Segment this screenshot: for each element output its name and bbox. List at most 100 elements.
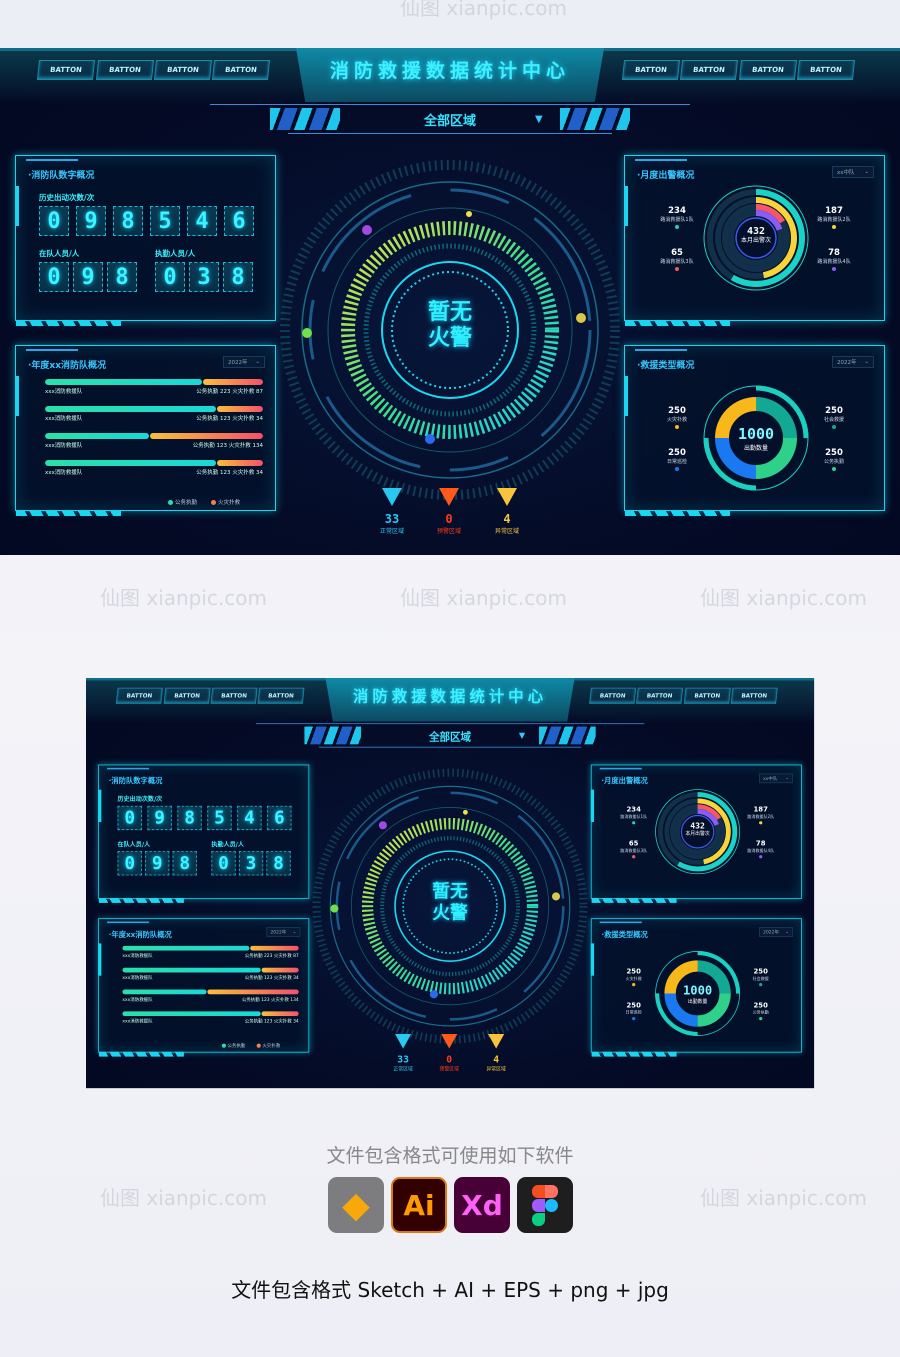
triangle-marker-icon	[382, 488, 402, 506]
team-bar-row: xxx消防救援队 公务执勤 123 火灾扑救 34	[122, 967, 299, 981]
digit: 9	[147, 805, 172, 831]
panel-title: ·月度出警概况	[601, 777, 648, 786]
digit: 4	[187, 206, 217, 236]
chevron-down-icon: ⌄	[864, 169, 869, 175]
duty-bar-segment	[45, 379, 202, 385]
year-select[interactable]: 2022年 ⌄	[832, 356, 874, 368]
team-bar-row: xxx消防救援队 公务执勤 123 火灾扑救 34	[45, 460, 263, 476]
team-name: xxx消防救援队	[45, 470, 83, 476]
stacked-bar	[122, 967, 299, 973]
nav-button[interactable]: BATTON	[636, 687, 684, 704]
nav-button[interactable]: BATTON	[257, 687, 305, 704]
indicator-label: 预警区域	[439, 1066, 459, 1072]
nav-button[interactable]: BATTON	[796, 60, 856, 80]
nav-button[interactable]: BATTON	[621, 60, 681, 80]
nav-button[interactable]: BATTON	[210, 687, 258, 704]
nav-button[interactable]: BATTON	[163, 687, 211, 704]
rescue-total-label: 出勤数量	[687, 999, 708, 1005]
nav-button[interactable]: BATTON	[36, 60, 96, 80]
team-name: xxx消防救援队	[122, 975, 153, 981]
indicator-value: 0	[446, 1053, 453, 1065]
indicator-label: 正常区域	[379, 528, 404, 535]
panel-title: ·年度xx消防队概况	[28, 361, 107, 371]
watermark: 仙图 xianpic.com	[400, 0, 568, 20]
digit: 8	[107, 262, 137, 292]
nav-button[interactable]: BATTON	[153, 60, 213, 80]
rescue-type-panel: ·救援类型概况 2022年 ⌄ 1000 出勤数量 250 火灾扑救 250 社会救援 …	[590, 918, 802, 1057]
stripe-decoration	[625, 320, 730, 326]
bar-values: 公务执勤 223 火灾扑救 87	[244, 953, 299, 959]
fire-status-text: 暂无 火警	[410, 882, 491, 924]
rescue-total-value: 1000	[682, 982, 713, 998]
team-select[interactable]: xx中队 ⌄	[832, 166, 874, 178]
digit: 0	[117, 805, 142, 831]
nav-button[interactable]: BATTON	[115, 687, 163, 704]
accent-bar	[26, 159, 78, 161]
legend-dot	[221, 1043, 226, 1048]
digit: 0	[39, 206, 69, 236]
sketch-icon: ◆	[328, 1177, 384, 1233]
team-select[interactable]: xx中队 ⌄	[759, 773, 794, 784]
history-label: 历史出动次数/次	[117, 795, 163, 803]
digit: 8	[223, 262, 253, 292]
legend: 公务执勤 火灾扑救	[167, 498, 240, 506]
team-stat: 78 路消救援队4队	[736, 840, 785, 859]
chevron-down-icon: ⌄	[785, 775, 790, 781]
orbit-dot	[302, 328, 312, 338]
accent-bar	[635, 159, 687, 161]
monthly-dispatch-panel: ·月度出警概况 xx中队 ⌄ 432 本月出警次 234 路消救援队1队 187 路消救…	[590, 764, 802, 903]
fire-bar-segment	[216, 406, 263, 412]
indicator-value: 4	[503, 512, 511, 526]
rescue-total-label: 出勤数量	[743, 445, 768, 452]
panel-title: ·年度xx消防队概况	[108, 931, 172, 940]
bar-values: 公务执勤 123 火灾扑救 34	[244, 1019, 299, 1025]
year-select[interactable]: 2022年 ⌄	[759, 927, 794, 937]
nav-button[interactable]: BATTON	[683, 687, 731, 704]
team-digits-panel: ·消防队数字概况 历史出动次数/次 0 9 8 5 4 6 在队人员/人 0 9…	[15, 155, 276, 326]
nav-button[interactable]: BATTON	[589, 687, 637, 704]
type-stat: 250 公务执勤	[804, 448, 864, 471]
region-select[interactable]: 全部区域 ▼	[210, 104, 690, 134]
stripe-decoration	[16, 510, 121, 516]
year-select-value: 2022年	[763, 930, 779, 936]
year-select-value: 2022年	[228, 360, 248, 366]
bar-values: 公务执勤 123 火灾扑救 34	[196, 470, 263, 476]
rescue-total: 1000 出勤数量	[673, 983, 722, 1005]
team-select-value: xx中队	[763, 776, 778, 782]
nav-button[interactable]: BATTON	[679, 60, 739, 80]
digit: 8	[172, 851, 197, 876]
side-decoration	[624, 186, 628, 226]
legend-item: 火灾扑救	[256, 1042, 281, 1049]
indicator-warning: 0 预警区域	[419, 488, 479, 535]
nav-button[interactable]: BATTON	[211, 60, 271, 80]
nav-button[interactable]: BATTON	[95, 60, 155, 80]
fire-bar-segment	[207, 989, 299, 995]
region-select[interactable]: 全部区域 ▼	[255, 723, 645, 748]
year-select[interactable]: 2022年 ⌄	[223, 356, 265, 368]
accent-bar	[599, 767, 642, 770]
indicator-value: 0	[445, 512, 453, 526]
onduty-team-label: 在队人员/人	[39, 249, 80, 258]
side-decoration	[590, 943, 595, 976]
watermark: 仙图 xianpic.com	[100, 1186, 268, 1210]
caret-down-icon: ▼	[518, 731, 526, 741]
bar-values: 公务执勤 123 火灾扑救 134	[192, 443, 263, 449]
duty-bar-segment	[45, 460, 216, 466]
side-decoration	[98, 789, 102, 823]
team-name: xxx消防救援队	[45, 443, 83, 449]
nav-button[interactable]: BATTON	[730, 687, 778, 704]
team-name: xxx消防救援队	[45, 389, 83, 395]
duty-bar-segment	[45, 433, 150, 439]
year-select[interactable]: 2022年 ⌄	[266, 927, 301, 937]
accent-bar	[26, 349, 78, 351]
nav-button[interactable]: BATTON	[738, 60, 798, 80]
team-select-value: xx中队	[837, 170, 855, 176]
side-decoration	[98, 943, 102, 976]
stacked-bar	[45, 406, 263, 412]
fire-bar-segment	[261, 1011, 299, 1017]
legend-label: 火灾扑救	[262, 1043, 281, 1049]
stacked-bar	[122, 945, 299, 951]
panel-title: ·月度出警概况	[637, 171, 695, 181]
accent-bar	[599, 921, 642, 924]
fire-status-line: 火警	[427, 326, 472, 351]
